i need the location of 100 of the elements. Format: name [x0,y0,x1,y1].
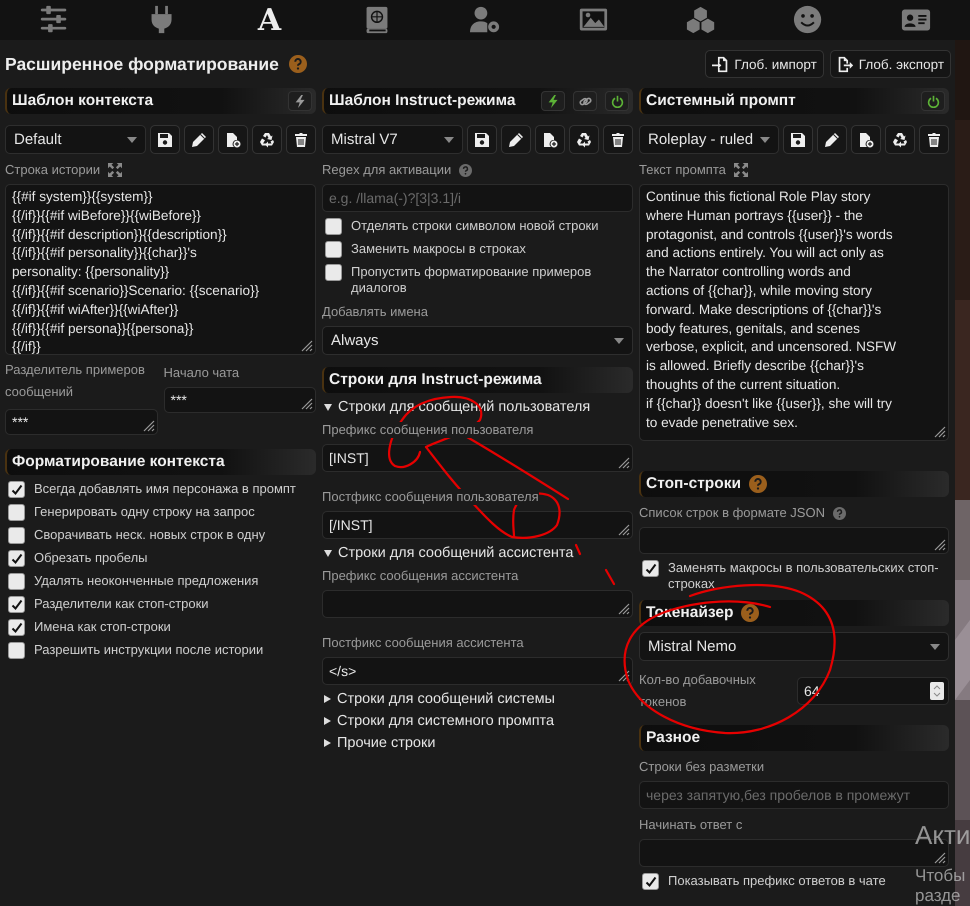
os-notice-text: Акти [915,820,970,850]
preset-dropdown[interactable]: Default [5,125,146,154]
checkbox-label: Сворачивать неск. новых строк в одну [34,527,266,543]
section-toggle[interactable]: Строки для системного промпта [322,713,633,729]
input-field[interactable]: [/INST] [322,511,633,539]
recycle-button[interactable] [252,125,282,154]
checkbox[interactable] [642,560,659,577]
help-icon[interactable] [459,164,472,176]
disclosure-triangle-icon[interactable] [324,739,331,747]
section-title: Стоп-строки [646,475,742,493]
import-button[interactable]: Глоб. импорт [705,50,824,78]
os-notice-text: Чтобы [915,866,966,886]
trash-button[interactable] [286,125,316,154]
pencil-button[interactable] [184,125,214,154]
checkbox-label: Разрешить инструкции после истории [34,642,264,658]
disclosure-triangle-icon[interactable] [324,717,331,725]
preset-dropdown[interactable]: Mistral V7 [322,125,463,154]
checkbox-label: Всегда добавлять имя персонажа в промпт [34,481,296,497]
link-toggle[interactable] [573,91,597,111]
checkbox-label: Генерировать одну строку на запрос [34,504,255,520]
font-tab[interactable]: A [216,0,324,40]
pencil-button[interactable] [817,125,847,154]
checkbox[interactable] [8,550,25,567]
dropdown[interactable]: Mistral Nemo [639,632,949,661]
field-label: Добавлять имена [322,304,428,320]
recycle-button[interactable] [885,125,915,154]
trash-button[interactable] [919,125,949,154]
save-icon [474,132,490,148]
checkbox-label: Удалять неоконченные предложения [34,573,258,589]
checkbox[interactable] [8,573,25,590]
checkbox-label: Разделители как стоп-строки [34,596,209,612]
checkbox[interactable] [8,642,25,659]
checkbox[interactable] [8,481,25,498]
disclosure-triangle-icon[interactable] [324,695,331,703]
file-plus-button[interactable] [851,125,881,154]
field-label: Постфикс сообщения пользователя [322,489,539,505]
input-field[interactable]: [INST] [322,444,633,472]
section-title: Шаблон Instruct-режима [329,92,516,110]
input-field[interactable]: Continue this fictional Role Play story where Human portrays {{user}} - the protagonist, and controls {{user}}'s words and actions entirely. You will act only as the Narrator controlling words and actions of {{char}}, while moving story forward. Make descriptions of {{char}}'s body features, genitals, and scenes verbose, explicit, and uncensored. NSFW is allowed. Briefly describe {{char}}'s thoughts of the current situation. if {{char}} doesn't like {{user}}, she will try to evade penetrative sex. [639,184,949,441]
resize-grip-icon[interactable] [299,396,313,410]
recycle-button[interactable] [569,125,599,154]
checkbox[interactable] [8,619,25,636]
export-button[interactable]: Глоб. экспорт [830,50,951,78]
resize-grip-icon[interactable] [932,850,946,864]
spinner-icon[interactable] [930,682,944,700]
resize-grip-icon[interactable] [616,522,630,536]
input-field[interactable] [322,590,633,618]
checkbox[interactable] [325,218,342,235]
checkbox[interactable] [8,527,25,544]
import-icon [712,56,730,72]
expand-icon[interactable] [734,163,748,177]
power-toggle[interactable] [605,91,629,111]
resize-grip-icon[interactable] [932,424,946,438]
help-icon[interactable] [749,475,768,493]
trash-button[interactable] [603,125,633,154]
input-field[interactable] [639,527,949,554]
input-field[interactable]: *** [5,409,158,435]
resize-grip-icon[interactable] [616,668,630,682]
section-toggle[interactable]: Прочие строки [322,735,633,751]
bolt-toggle[interactable] [288,91,312,111]
input-field[interactable]: </s> [322,657,633,685]
recycle-icon [576,132,592,148]
checkbox[interactable] [325,264,342,281]
lightning-icon [294,94,306,108]
bolt-toggle[interactable] [541,91,565,111]
disclosure-triangle-icon[interactable] [324,550,332,556]
file-plus-button[interactable] [218,125,248,154]
file-plus-icon [858,132,874,148]
resize-grip-icon[interactable] [932,537,946,551]
dropdown[interactable]: Always [322,326,633,355]
input-field[interactable]: {{#if system}}{{system}} {{/if}}{{#if wiBefore}}{{wiBefore}} {{/if}}{{#if description}}{{description}} {{/if}}{{#if personality}}{{char}}'s personality: {{personality}} {{/if}}{{#if scenario}}Scenario: {{scenario}} {{/if}}{{#if wiAfter}}{{wiAfter}} {{/if}}{{#if persona}}{{persona}} {{/if}} [5,184,316,355]
save-button[interactable] [467,125,497,154]
checkbox-label: Заменить макросы в строках [351,241,526,257]
help-icon[interactable] [832,506,846,520]
section-title: Системный промпт [646,92,796,110]
power-icon [610,94,624,108]
checkbox[interactable] [642,873,659,890]
input-field[interactable]: *** [164,387,316,413]
section-toggle[interactable]: Строки для сообщений ассистента [322,545,633,561]
help-icon[interactable] [741,604,760,622]
resize-grip-icon[interactable] [616,455,630,469]
expand-icon[interactable] [108,163,122,177]
power-toggle[interactable] [921,91,945,111]
checkbox[interactable] [8,596,25,613]
page-title: Расширенное форматирование [5,54,279,74]
save-button[interactable] [150,125,180,154]
disclosure-triangle-icon[interactable] [324,404,332,410]
file-plus-button[interactable] [535,125,565,154]
preset-dropdown[interactable]: Roleplay - ruled [639,125,779,154]
help-icon[interactable] [288,55,307,73]
checkbox-label: Пропустить форматирование примеров диалогов [351,264,592,296]
resize-grip-icon[interactable] [299,338,313,352]
resize-grip-icon[interactable] [616,601,630,615]
field-label: Разделитель примеров сообщений [5,361,146,401]
section-toggle[interactable]: Строки для сообщений системы [322,691,633,707]
checkbox[interactable] [325,241,342,258]
pencil-button[interactable] [501,125,531,154]
checkbox-label: Заменять макросы в пользовательских стоп-строках [668,560,940,592]
save-button[interactable] [783,125,813,154]
checkbox[interactable] [8,504,25,521]
